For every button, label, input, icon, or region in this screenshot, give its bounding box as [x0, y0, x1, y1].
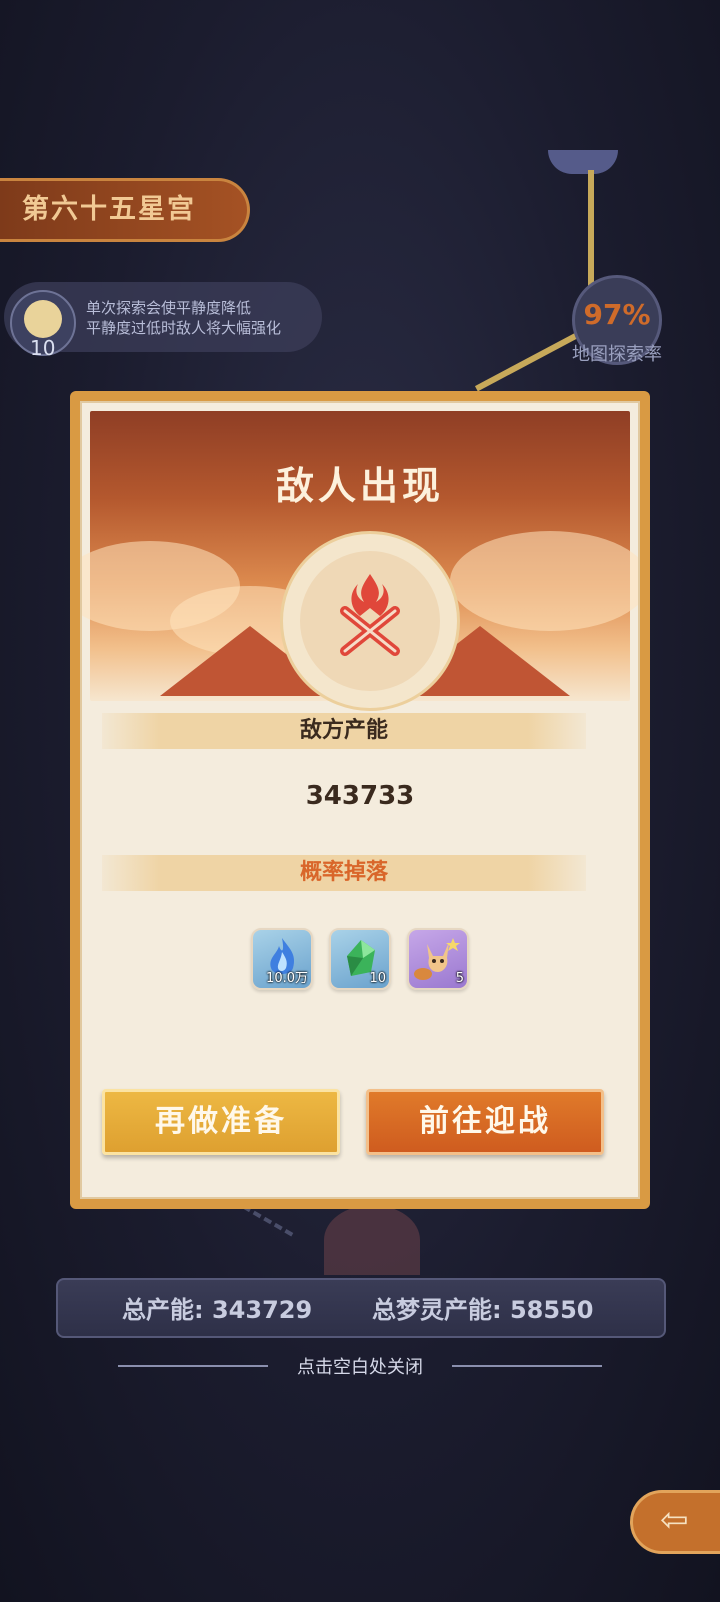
crossed-swords-icon: [340, 574, 400, 656]
dream-power: 总梦灵产能: 58550: [372, 1290, 593, 1325]
header-artwork: 敌人出现: [82, 411, 638, 711]
stage-name-banner: 第六十五星宫: [0, 178, 250, 242]
calm-value: 10: [30, 336, 56, 360]
drop-count: 10.0万: [266, 971, 308, 986]
back-arrow-icon: ⇦: [660, 1500, 689, 1540]
drop-item-green-gem[interactable]: 10: [329, 928, 391, 990]
modal-body: 敌人出现 敌方产能 343733 概率掉落 10.0万 10 5 再做准备 前往…: [80, 401, 640, 1199]
drop-header: 概率掉落: [102, 855, 586, 891]
fight-button[interactable]: 前往迎战: [366, 1089, 604, 1155]
enemy-power-header: 敌方产能: [102, 713, 586, 749]
divider: [452, 1365, 602, 1367]
neutral-face-icon: [24, 300, 62, 338]
explore-rate-label: 地图探索率: [572, 344, 662, 365]
drop-item-blue-flame[interactable]: 10.0万: [251, 928, 313, 990]
modal-title: 敌人出现: [275, 464, 444, 508]
dream-power-value: 58550: [509, 1296, 594, 1324]
enemy-power-value: 343733: [305, 781, 415, 811]
explore-rate-value: 97%: [583, 298, 651, 331]
total-power: 总产能: 343729: [122, 1290, 312, 1325]
enemy-power-label: 敌方产能: [299, 718, 388, 743]
calm-desc-line2: 平静度过低时敌人将大幅强化: [86, 319, 282, 337]
map-node: [548, 150, 618, 174]
drop-item-fox-spirit[interactable]: 5: [407, 928, 469, 990]
dream-power-label: 总梦灵产能:: [372, 1296, 502, 1324]
total-power-label: 总产能:: [122, 1296, 204, 1324]
map-node: [324, 1205, 420, 1275]
enemy-appear-modal: 敌人出现 敌方产能 343733 概率掉落 10.0万 10 5 再做准备 前往…: [70, 391, 650, 1209]
close-hint[interactable]: 点击空白处关闭: [0, 1353, 720, 1379]
drop-label: 概率掉落: [299, 860, 388, 885]
prepare-button[interactable]: 再做准备: [102, 1089, 340, 1155]
drop-list: 10.0万 10 5: [82, 928, 638, 998]
calm-desc-line1: 单次探索会使平静度降低: [86, 299, 252, 317]
calm-description: 单次探索会使平静度降低 平静度过低时敌人将大幅强化: [86, 298, 281, 338]
total-power-value: 343729: [211, 1296, 313, 1324]
drop-count: 5: [455, 971, 464, 986]
drop-count: 10: [369, 971, 386, 986]
